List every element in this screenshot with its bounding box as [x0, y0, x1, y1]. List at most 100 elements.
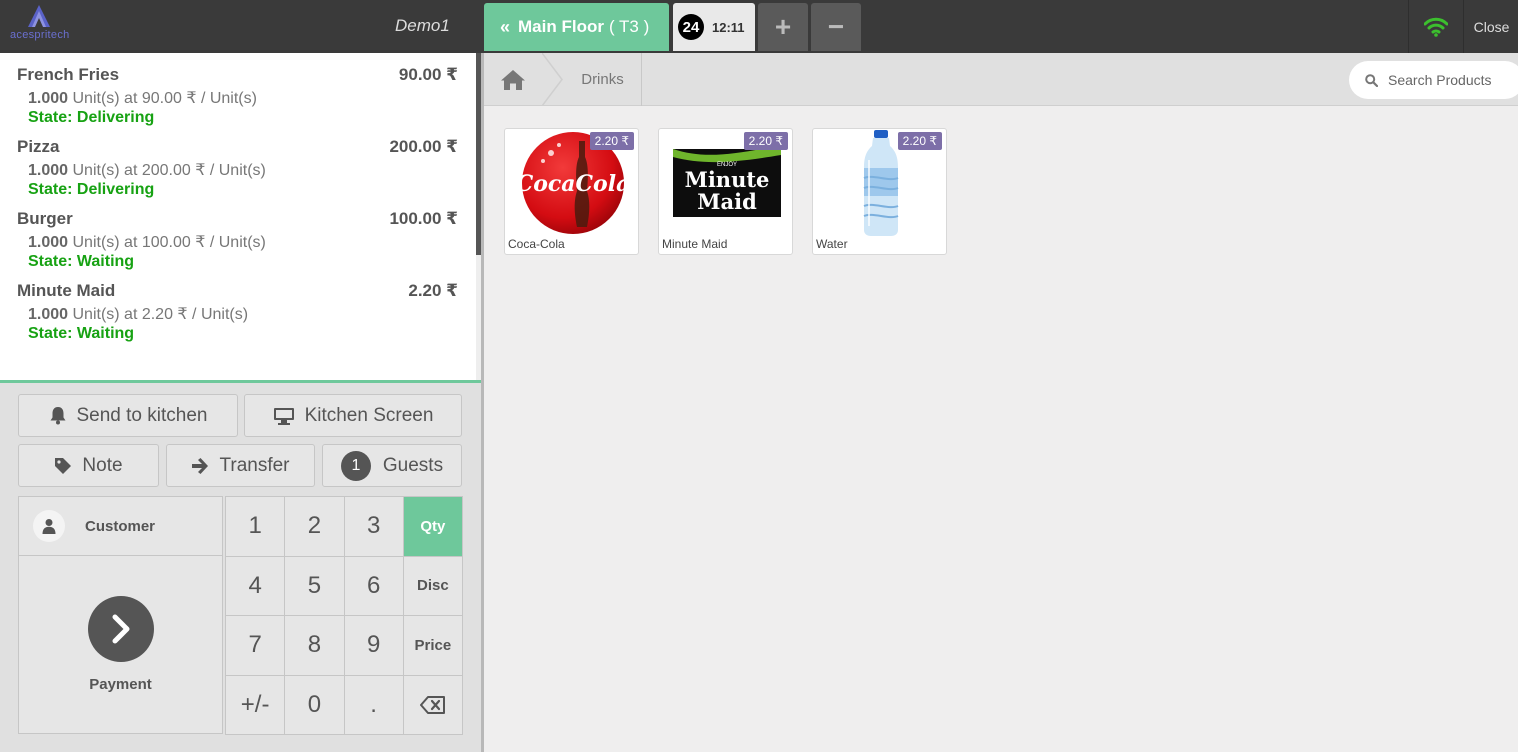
- action-pad: Customer Payment 1 2 3 Qty 4 5 6 Disc 7 8 9 Price +/…: [18, 496, 463, 735]
- wifi-icon: [1424, 17, 1448, 37]
- product-price-tag: 2.20 ₹: [897, 132, 942, 150]
- send-to-kitchen-button[interactable]: Send to kitchen: [18, 394, 238, 437]
- numpad-key-4[interactable]: 4: [225, 555, 286, 616]
- order-line-header: Burger 100.00 ₹: [17, 209, 458, 229]
- numpad-decimal-key[interactable]: .: [343, 674, 404, 735]
- product-name: Water: [816, 237, 848, 251]
- order-line-unit-info: Unit(s) at 90.00 ₹ / Unit(s): [68, 90, 257, 107]
- order-line-product: Minute Maid: [17, 281, 116, 300]
- order-tab[interactable]: 24 12:11: [673, 3, 755, 51]
- table-label: ( T3 ): [608, 17, 650, 36]
- order-line-header: Minute Maid 2.20 ₹: [17, 281, 458, 301]
- order-line-info: 1.000 Unit(s) at 90.00 ₹ / Unit(s): [28, 88, 458, 108]
- product-card-coca-cola[interactable]: 2.20 ₹ CocaCola Coca-Cola: [504, 128, 639, 255]
- mode-qty-button[interactable]: Qty: [402, 496, 463, 557]
- logo-mark-icon: [28, 5, 50, 27]
- home-icon: [501, 69, 525, 90]
- kitchen-screen-label: Kitchen Screen: [304, 404, 434, 426]
- order-line-header: Pizza 200.00 ₹: [17, 137, 458, 157]
- numpad-key-7[interactable]: 7: [225, 615, 286, 676]
- send-to-kitchen-label: Send to kitchen: [76, 404, 208, 426]
- order-line-state: State: Delivering: [28, 109, 155, 126]
- top-bar: acespritech Demo1 « Main Floor ( T3 ) 24…: [0, 0, 1518, 53]
- remove-order-button[interactable]: −: [811, 3, 861, 51]
- order-list-divider: [0, 380, 481, 383]
- product-card-water[interactable]: 2.20 ₹ Water: [812, 128, 947, 255]
- note-label: Note: [82, 454, 123, 476]
- order-time: 12:11: [712, 19, 745, 35]
- product-card-minute-maid[interactable]: 2.20 ₹ ENJOY Minute Maid Minute Maid: [658, 128, 793, 255]
- numpad-key-1[interactable]: 1: [225, 496, 286, 557]
- breadcrumb-drinks[interactable]: Drinks: [564, 53, 642, 106]
- floor-label: Main Floor: [518, 17, 604, 36]
- numpad-key-2[interactable]: 2: [284, 496, 345, 557]
- order-line-product: French Fries: [17, 65, 120, 84]
- company-logo: acespritech: [10, 3, 70, 43]
- backspace-button[interactable]: [402, 674, 463, 735]
- order-line-product: Burger: [17, 209, 73, 228]
- order-line-price: 2.20 ₹: [408, 281, 458, 300]
- guest-count-badge: 1: [340, 450, 371, 481]
- product-screen: Drinks 2.20 ₹: [484, 53, 1518, 752]
- transfer-button[interactable]: Transfer: [166, 444, 315, 487]
- search-box[interactable]: [1349, 61, 1518, 99]
- breadcrumb-separator: [542, 53, 563, 106]
- transfer-label: Transfer: [219, 454, 290, 476]
- product-price-tag: 2.20 ₹: [743, 132, 788, 150]
- tag-icon: [54, 457, 72, 475]
- numpad: 1 2 3 Qty 4 5 6 Disc 7 8 9 Price +/- 0.: [225, 496, 463, 735]
- numpad-key-5[interactable]: 5: [284, 555, 345, 616]
- order-line-qty: 1.000: [28, 234, 69, 251]
- customer-button[interactable]: Customer: [18, 496, 223, 556]
- order-line-info: 1.000 Unit(s) at 100.00 ₹ / Unit(s): [28, 232, 458, 252]
- arrow-right-icon: [191, 457, 209, 474]
- kitchen-screen-button[interactable]: Kitchen Screen: [244, 394, 462, 437]
- search-icon: [1365, 73, 1378, 87]
- home-category-button[interactable]: [484, 53, 542, 106]
- order-line-state: State: Waiting: [28, 253, 135, 270]
- order-line[interactable]: French Fries 90.00 ₹ 1.000 Unit(s) at 90.0…: [17, 65, 458, 127]
- order-list-scrollbar[interactable]: [476, 53, 481, 255]
- customer-label: Customer: [85, 517, 156, 535]
- svg-text:Maid: Maid: [697, 189, 757, 214]
- bell-icon: [49, 406, 67, 425]
- logo-text: acespritech: [10, 29, 70, 41]
- guests-button[interactable]: 1 Guests: [322, 444, 462, 487]
- order-line[interactable]: Minute Maid 2.20 ₹ 1.000 Unit(s) at 2.20 ₹…: [17, 281, 458, 343]
- order-line-price: 90.00 ₹: [398, 65, 458, 84]
- double-chevron-left-icon: «: [500, 16, 511, 37]
- order-line-unit-info: Unit(s) at 2.20 ₹ / Unit(s): [68, 306, 249, 323]
- order-line-header: French Fries 90.00 ₹: [17, 65, 458, 85]
- close-button[interactable]: Close: [1465, 0, 1518, 53]
- mode-disc-button[interactable]: Disc: [402, 555, 463, 616]
- order-list-scroll-track[interactable]: [476, 255, 481, 383]
- search-input[interactable]: [1388, 72, 1518, 88]
- connection-status[interactable]: [1408, 0, 1464, 53]
- order-list[interactable]: French Fries 90.00 ₹ 1.000 Unit(s) at 90.0…: [0, 53, 481, 383]
- note-button[interactable]: Note: [18, 444, 159, 487]
- payment-button[interactable]: Payment: [18, 555, 223, 734]
- order-line[interactable]: Burger 100.00 ₹ 1.000 Unit(s) at 100.00 ₹ …: [17, 209, 458, 271]
- order-line[interactable]: Pizza 200.00 ₹ 1.000 Unit(s) at 200.00 ₹ /…: [17, 137, 458, 199]
- numpad-plus-minus-key[interactable]: +/-: [225, 674, 286, 735]
- breadcrumb: Drinks: [484, 53, 1518, 106]
- numpad-key-3[interactable]: 3: [343, 496, 404, 557]
- payment-label: Payment: [89, 676, 152, 693]
- order-line-info: 1.000 Unit(s) at 200.00 ₹ / Unit(s): [28, 160, 458, 180]
- numpad-key-6[interactable]: 6: [343, 555, 404, 616]
- order-line-price: 100.00 ₹: [389, 209, 458, 228]
- add-order-button[interactable]: +: [758, 3, 808, 51]
- user-icon: [33, 510, 65, 542]
- numpad-key-9[interactable]: 9: [343, 615, 404, 676]
- product-price-tag: 2.20 ₹: [589, 132, 634, 150]
- product-name: Minute Maid: [662, 237, 728, 251]
- mode-price-button[interactable]: Price: [402, 615, 463, 676]
- order-panel: French Fries 90.00 ₹ 1.000 Unit(s) at 90.0…: [0, 53, 484, 752]
- order-line-qty: 1.000: [28, 90, 69, 107]
- numpad-key-0[interactable]: 0: [284, 674, 345, 735]
- shop-name: Demo1: [395, 16, 450, 35]
- svg-text:CocaCola: CocaCola: [521, 171, 625, 197]
- floor-back-button[interactable]: « Main Floor ( T3 ): [484, 3, 669, 51]
- guests-label: Guests: [382, 454, 444, 476]
- numpad-key-8[interactable]: 8: [284, 615, 345, 676]
